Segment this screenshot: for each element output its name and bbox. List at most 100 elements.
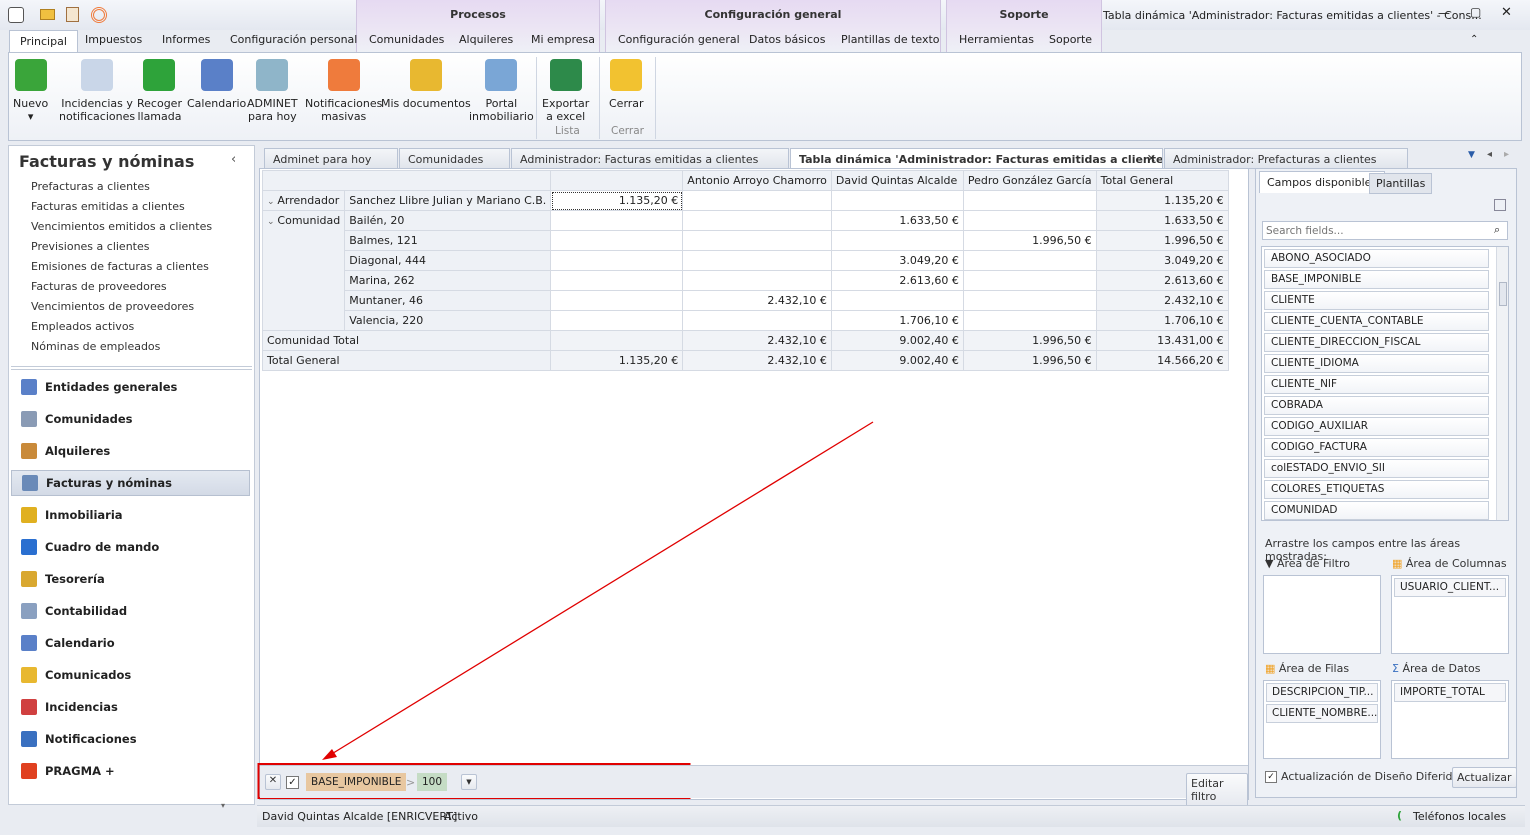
tab-datos-basicos[interactable]: Datos básicos <box>749 33 826 46</box>
tab-campos-disponibles[interactable]: Campos disponibles <box>1259 171 1386 193</box>
field-item[interactable]: BASE_IMPONIBLE <box>1264 270 1489 289</box>
tab-plantillas-texto[interactable]: Plantillas de texto <box>841 33 940 46</box>
collapse-panel-icon[interactable]: ‹ <box>231 152 236 167</box>
filter-area[interactable] <box>1263 575 1381 654</box>
data-cell[interactable] <box>682 210 832 231</box>
sidebar-item[interactable]: PRAGMA + <box>11 758 250 784</box>
data-cell[interactable]: 1.996,50 € <box>1095 230 1229 251</box>
field-item[interactable]: CLIENTE_NIF <box>1264 375 1489 394</box>
rows-area[interactable]: DESCRIPCION_TIP... CLIENTE_NOMBRE... <box>1263 680 1381 759</box>
sidebar-item[interactable]: Contabilidad <box>11 598 250 624</box>
data-cell[interactable] <box>550 250 684 271</box>
tab-herramientas[interactable]: Herramientas <box>959 33 1034 46</box>
data-cell[interactable]: 2.432,10 € <box>1095 290 1229 311</box>
ribbon-button-3[interactable]: Calendario <box>187 59 246 110</box>
deferred-update-checkbox[interactable]: ✓ <box>1265 771 1277 783</box>
data-cell[interactable] <box>962 250 1097 271</box>
search-fields-input[interactable] <box>1262 221 1508 240</box>
row-header[interactable]: Balmes, 121 <box>344 230 552 251</box>
tab-alquileres[interactable]: Alquileres <box>459 33 513 46</box>
total-cell[interactable]: 14.566,20 € <box>1095 350 1229 371</box>
tab-plantillas[interactable]: Plantillas <box>1369 173 1433 194</box>
total-cell[interactable]: 9.002,40 € <box>830 330 964 351</box>
data-cell[interactable] <box>550 270 684 291</box>
column-field[interactable]: USUARIO_CLIENT... <box>1394 578 1506 597</box>
data-area[interactable]: IMPORTE_TOTAL <box>1391 680 1509 759</box>
total-cell[interactable]: 2.432,10 € <box>682 330 832 351</box>
row-header[interactable]: Sanchez Llibre Julian y Mariano C.B. <box>344 190 552 211</box>
columns-area[interactable]: USUARIO_CLIENT... <box>1391 575 1509 654</box>
total-cell[interactable]: 1.135,20 € <box>550 350 684 371</box>
column-header[interactable]: David Quintas Alcalde <box>830 170 964 191</box>
column-header[interactable]: Antonio Arroyo Chamorro <box>682 170 832 191</box>
document-tab[interactable]: Comunidades <box>399 148 510 169</box>
edit-filter-button[interactable]: Editar filtro <box>1186 773 1248 807</box>
sidebar-item[interactable]: Entidades generales <box>11 374 250 400</box>
nav-link[interactable]: Empleados activos <box>31 320 134 333</box>
splitter[interactable] <box>11 366 252 370</box>
local-phones-button[interactable]: Teléfonos locales <box>1413 810 1506 823</box>
nav-link[interactable]: Prefacturas a clientes <box>31 180 150 193</box>
data-cell[interactable] <box>830 190 964 211</box>
row-header[interactable]: Muntaner, 46 <box>344 290 552 311</box>
field-item[interactable]: CLIENTE_IDIOMA <box>1264 354 1489 373</box>
data-cell[interactable] <box>682 190 832 211</box>
ribbon-button-7[interactable]: Portal inmobiliario <box>469 59 534 123</box>
total-cell[interactable]: 2.432,10 € <box>682 350 832 371</box>
ribbon-button-2[interactable]: Recoger llamada <box>137 59 182 123</box>
tab-mi-empresa[interactable]: Mi empresa <box>531 33 595 46</box>
total-header[interactable]: Total General <box>261 350 552 371</box>
column-header[interactable] <box>550 170 684 191</box>
sidebar-item[interactable]: Cuadro de mando <box>11 534 250 560</box>
data-cell[interactable]: 1.633,50 € <box>830 210 964 231</box>
sidebar-item[interactable]: Tesorería <box>11 566 250 592</box>
data-cell[interactable]: 2.613,60 € <box>830 270 964 291</box>
data-cell[interactable]: 1.706,10 € <box>1095 310 1229 331</box>
row-group-header[interactable]: ⌄ Arrendador <box>261 190 346 211</box>
field-item[interactable]: COBRADA <box>1264 396 1489 415</box>
nav-link[interactable]: Vencimientos emitidos a clientes <box>31 220 212 233</box>
data-cell[interactable] <box>550 210 684 231</box>
total-cell[interactable]: 9.002,40 € <box>830 350 964 371</box>
tab-list-icon[interactable]: ▼ <box>1468 150 1475 160</box>
row-header[interactable]: Diagonal, 444 <box>344 250 552 271</box>
row-header[interactable]: Bailén, 20 <box>344 210 552 231</box>
data-cell[interactable] <box>962 270 1097 291</box>
field-item[interactable]: colESTADO_ENVIO_SII <box>1264 459 1489 478</box>
tab-principal[interactable]: Principal <box>9 30 78 53</box>
row-field[interactable]: CLIENTE_NOMBRE... <box>1266 704 1378 723</box>
tab-comunidades[interactable]: Comunidades <box>369 33 444 46</box>
data-cell[interactable] <box>682 230 832 251</box>
ribbon-button-0[interactable]: Nuevo ▾ <box>13 59 48 123</box>
data-cell[interactable]: 1.135,20 € <box>1095 190 1229 211</box>
fields-list[interactable]: ABONO_ASOCIADO BASE_IMPONIBLE CLIENTE CLIEN… <box>1261 246 1509 521</box>
nav-link[interactable]: Facturas de proveedores <box>31 280 167 293</box>
nav-link[interactable]: Vencimientos de proveedores <box>31 300 194 313</box>
nav-link[interactable]: Nóminas de empleados <box>31 340 160 353</box>
data-cell[interactable]: 3.049,20 € <box>830 250 964 271</box>
total-cell[interactable] <box>550 330 684 351</box>
data-cell[interactable]: 3.049,20 € <box>1095 250 1229 271</box>
tab-informes[interactable]: Informes <box>162 33 210 46</box>
data-cell[interactable] <box>682 250 832 271</box>
data-cell[interactable] <box>682 270 832 291</box>
filter-field[interactable]: BASE_IMPONIBLE <box>306 773 407 791</box>
row-group-header[interactable]: ⌄ Comunidad <box>261 210 346 331</box>
close-window-button[interactable]: ✕ <box>1501 5 1512 20</box>
ribbon-button-4[interactable]: ADMINET para hoy <box>247 59 298 123</box>
data-cell[interactable]: 1.633,50 € <box>1095 210 1229 231</box>
data-cell[interactable] <box>962 190 1097 211</box>
nav-link[interactable]: Emisiones de facturas a clientes <box>31 260 209 273</box>
more-options-icon[interactable]: ▾ <box>221 801 225 810</box>
field-item[interactable]: ABONO_ASOCIADO <box>1264 249 1489 268</box>
filter-dropdown-button[interactable]: ▼ <box>461 774 477 790</box>
expand-chevron-icon[interactable]: ⌄ <box>267 217 277 227</box>
data-cell[interactable] <box>550 290 684 311</box>
sidebar-item[interactable]: Comunidades <box>11 406 250 432</box>
data-cell[interactable] <box>682 310 832 331</box>
minimize-button[interactable]: — <box>1438 6 1450 20</box>
field-item[interactable]: COLORES_ETIQUETAS <box>1264 480 1489 499</box>
total-cell[interactable]: 1.996,50 € <box>962 330 1097 351</box>
clear-filter-button[interactable]: ✕ <box>265 774 281 790</box>
data-field[interactable]: IMPORTE_TOTAL <box>1394 683 1506 702</box>
